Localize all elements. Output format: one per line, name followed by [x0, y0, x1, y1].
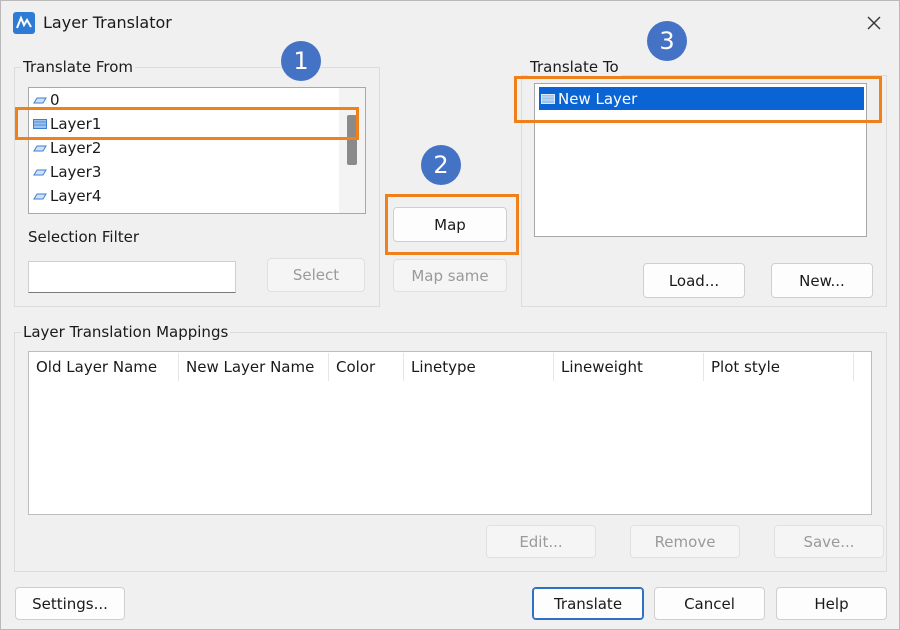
selection-filter-label: Selection Filter: [28, 228, 140, 246]
column-header-new-layer-name[interactable]: New Layer Name: [179, 353, 329, 381]
list-item[interactable]: Layer4: [33, 185, 101, 207]
step-badge-3: 3: [647, 21, 687, 61]
help-button[interactable]: Help: [776, 587, 887, 620]
layer-icon: [33, 97, 47, 104]
save-button[interactable]: Save...: [774, 525, 884, 558]
layer-icon: [33, 193, 47, 200]
step-badge-2: 2: [421, 145, 461, 185]
title-bar: Layer Translator: [1, 1, 899, 45]
remove-button[interactable]: Remove: [630, 525, 740, 558]
list-item-label: Layer2: [50, 139, 102, 157]
column-header-linetype[interactable]: Linetype: [404, 353, 554, 381]
list-item-label: Layer3: [50, 163, 102, 181]
layer-translator-window: Layer Translator Translate From 0 Layer1…: [0, 0, 900, 630]
close-button[interactable]: [857, 7, 891, 39]
column-header-plot-style[interactable]: Plot style: [704, 353, 854, 381]
highlight-layer1: [15, 107, 359, 140]
map-same-button[interactable]: Map same: [393, 259, 507, 292]
translate-button[interactable]: Translate: [532, 587, 644, 620]
layer-icon: [33, 145, 47, 152]
cancel-button[interactable]: Cancel: [654, 587, 765, 620]
highlight-new-layer: [514, 76, 882, 123]
step-badge-1: 1: [281, 41, 321, 81]
edit-button[interactable]: Edit...: [486, 525, 596, 558]
layer-icon: [33, 169, 47, 176]
column-header-old-layer-name[interactable]: Old Layer Name: [29, 353, 179, 381]
load-button[interactable]: Load...: [643, 263, 745, 298]
select-button[interactable]: Select: [267, 258, 365, 292]
mappings-label: Layer Translation Mappings: [21, 323, 231, 341]
list-item[interactable]: Layer3: [33, 161, 101, 183]
window-title: Layer Translator: [43, 13, 172, 32]
list-item[interactable]: Layer2: [33, 137, 101, 159]
new-layer-button[interactable]: New...: [771, 263, 873, 298]
column-header-lineweight[interactable]: Lineweight: [554, 353, 704, 381]
highlight-map-button: [385, 194, 519, 255]
translate-from-label: Translate From: [21, 58, 136, 76]
translate-to-label: Translate To: [528, 58, 621, 76]
list-item-label: Layer4: [50, 187, 102, 205]
column-header-color[interactable]: Color: [329, 353, 404, 381]
close-icon: [867, 16, 881, 30]
selection-filter-input[interactable]: [28, 261, 236, 293]
settings-button[interactable]: Settings...: [15, 587, 125, 620]
layer-translator-icon: [13, 12, 35, 34]
